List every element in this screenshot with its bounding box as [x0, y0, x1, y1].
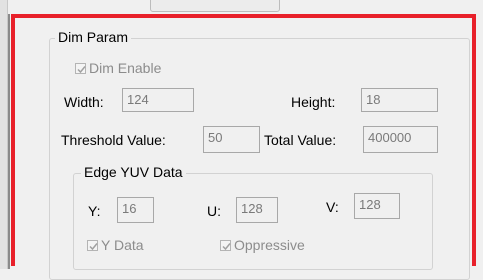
threshold-field[interactable]: 50 — [203, 126, 260, 153]
check-icon — [87, 239, 98, 251]
edge-yuv-title: Edge YUV Data — [81, 164, 186, 180]
dim-param-title: Dim Param — [55, 29, 132, 45]
y-data-checkbox[interactable]: Y Data — [87, 237, 144, 253]
u-label: U: — [207, 203, 221, 219]
y-field[interactable]: 16 — [117, 197, 154, 223]
y-label: Y: — [88, 203, 101, 219]
v-field[interactable]: 128 — [354, 193, 400, 219]
u-field[interactable]: 128 — [236, 197, 278, 223]
y-data-label: Y Data — [101, 237, 144, 253]
check-icon — [220, 239, 231, 251]
total-value-label: Total Value: — [264, 132, 337, 148]
window-left-edge — [0, 0, 8, 269]
dim-enable-checkbox[interactable]: Dim Enable — [75, 60, 161, 76]
total-value-field[interactable]: 400000 — [363, 126, 438, 153]
v-label: V: — [326, 199, 339, 215]
threshold-label: Threshold Value: — [61, 132, 166, 148]
height-field[interactable]: 18 — [361, 88, 438, 112]
height-label: Height: — [291, 94, 336, 110]
oppressive-checkbox[interactable]: Oppressive — [220, 237, 305, 253]
dim-enable-label: Dim Enable — [89, 60, 162, 76]
highlight-frame: Dim Param Dim Enable Width: 124 Height: … — [11, 14, 476, 280]
top-tab[interactable] — [150, 0, 280, 12]
check-icon — [75, 62, 86, 74]
panel-divider — [8, 14, 10, 269]
oppressive-label: Oppressive — [234, 237, 305, 253]
width-label: Width: — [64, 94, 104, 110]
width-field[interactable]: 124 — [122, 88, 194, 112]
